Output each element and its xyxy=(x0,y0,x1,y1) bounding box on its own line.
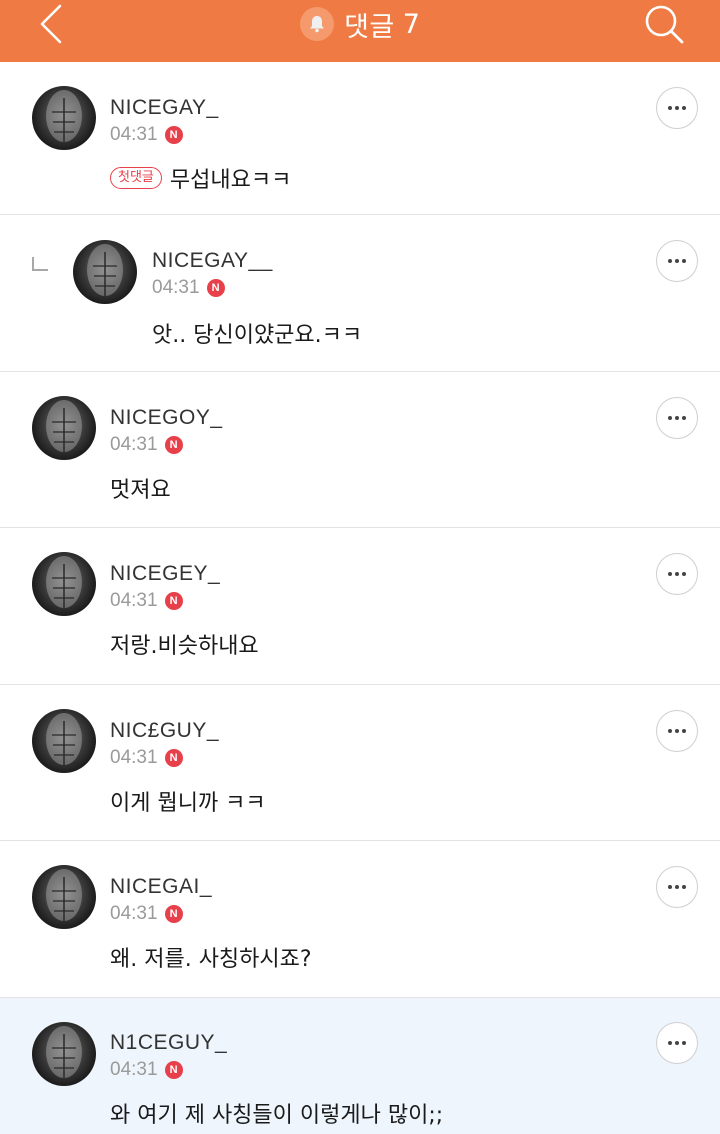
comment-meta: 04:31 N xyxy=(110,903,183,925)
more-options-button[interactable] xyxy=(656,87,698,129)
new-badge: N xyxy=(164,1061,183,1079)
comment-body: 저랑.비슷하내요 xyxy=(110,628,259,660)
avatar[interactable] xyxy=(32,552,96,616)
new-badge: N xyxy=(164,749,183,767)
more-options-button[interactable] xyxy=(656,240,698,282)
avatar[interactable] xyxy=(32,709,96,773)
more-options-button[interactable] xyxy=(656,710,698,752)
avatar[interactable] xyxy=(32,1022,96,1086)
comment-count: 7 xyxy=(402,8,420,40)
comment-time: 04:31 xyxy=(110,434,158,455)
more-options-button[interactable] xyxy=(656,553,698,595)
comment-text: 멋져요 xyxy=(110,478,171,503)
comment-item: NICEGOY_ 04:31 N 멋져요 xyxy=(0,372,720,528)
top-bar: 댓글 7 xyxy=(0,0,720,62)
comment-time: 04:31 xyxy=(110,1059,158,1080)
comment-item: NIC£GUY_ 04:31 N 이게 뭡니까 ㅋㅋ xyxy=(0,685,720,841)
comment-text: 이게 뭡니까 ㅋㅋ xyxy=(110,791,266,816)
comment-body: 첫댓글 무섭내요ㅋㅋ xyxy=(110,162,291,194)
new-badge: N xyxy=(164,126,183,144)
comment-nickname[interactable]: NIC£GUY_ xyxy=(110,719,219,743)
comment-time: 04:31 xyxy=(110,590,158,611)
comment-meta: 04:31 N xyxy=(110,1059,183,1081)
more-options-button[interactable] xyxy=(656,866,698,908)
comment-meta: 04:31 N xyxy=(152,277,225,299)
comment-item: NICEGAI_ 04:31 N 왜. 저를. 사칭하시죠? xyxy=(0,841,720,998)
avatar[interactable] xyxy=(32,86,96,150)
avatar[interactable] xyxy=(32,396,96,460)
reply-indicator-icon xyxy=(32,257,48,271)
comment-text: 왜. 저를. 사칭하시죠? xyxy=(110,947,312,972)
more-dots-icon xyxy=(668,885,672,889)
comment-item-highlighted: N1CEGUY_ 04:31 N 와 여기 제 사칭들이 이렇게나 많이;; xyxy=(0,998,720,1134)
more-dots-icon xyxy=(668,1041,672,1045)
comment-nickname[interactable]: NICEGAI_ xyxy=(110,875,212,899)
comment-reply-item: NICEGAY__ 04:31 N 앗.. 당신이얐군요.ㅋㅋ xyxy=(0,215,720,372)
comment-nickname[interactable]: N1CEGUY_ xyxy=(110,1031,227,1055)
comment-meta: 04:31 N xyxy=(110,124,183,146)
comment-text: 와 여기 제 사칭들이 이렇게나 많이;; xyxy=(110,1103,444,1128)
comment-meta: 04:31 N xyxy=(110,434,183,456)
more-options-button[interactable] xyxy=(656,397,698,439)
first-comment-badge: 첫댓글 xyxy=(110,167,162,189)
header-title-group: 댓글 7 xyxy=(0,4,720,44)
new-badge: N xyxy=(164,592,183,610)
more-dots-icon xyxy=(668,416,672,420)
comment-item: NICEGAY_ 04:31 N 첫댓글 무섭내요ㅋㅋ xyxy=(0,62,720,215)
more-dots-icon xyxy=(668,259,672,263)
comment-text: 무섭내요ㅋㅋ xyxy=(169,168,292,193)
comment-body: 와 여기 제 사칭들이 이렇게나 많이;; xyxy=(110,1097,443,1129)
comment-text: 앗.. 당신이얐군요.ㅋㅋ xyxy=(152,323,363,348)
comment-time: 04:31 xyxy=(110,124,158,145)
comment-nickname[interactable]: NICEGAY__ xyxy=(152,249,273,273)
comment-text: 저랑.비슷하내요 xyxy=(110,634,259,659)
search-button[interactable] xyxy=(640,2,690,46)
avatar[interactable] xyxy=(32,865,96,929)
avatar[interactable] xyxy=(73,240,137,304)
comment-time: 04:31 xyxy=(152,277,200,298)
more-dots-icon xyxy=(668,572,672,576)
comment-meta: 04:31 N xyxy=(110,590,183,612)
comment-body: 이게 뭡니까 ㅋㅋ xyxy=(110,785,266,817)
new-badge: N xyxy=(164,905,183,923)
new-badge: N xyxy=(206,279,225,297)
more-dots-icon xyxy=(668,106,672,110)
page-title: 댓글 xyxy=(344,11,395,43)
comment-time: 04:31 xyxy=(110,747,158,768)
search-icon xyxy=(645,5,684,44)
comment-nickname[interactable]: NICEGAY_ xyxy=(110,96,219,120)
comment-nickname[interactable]: NICEGEY_ xyxy=(110,562,220,586)
comment-body: 멋져요 xyxy=(110,472,171,504)
comment-body: 왜. 저를. 사칭하시죠? xyxy=(110,941,312,973)
more-options-button[interactable] xyxy=(656,1022,698,1064)
comment-item: NICEGEY_ 04:31 N 저랑.비슷하내요 xyxy=(0,528,720,685)
comment-body: 앗.. 당신이얐군요.ㅋㅋ xyxy=(152,317,362,349)
more-dots-icon xyxy=(668,729,672,733)
bell-icon[interactable] xyxy=(300,7,335,41)
comment-time: 04:31 xyxy=(110,903,158,924)
new-badge: N xyxy=(164,436,183,454)
comment-nickname[interactable]: NICEGOY_ xyxy=(110,406,223,430)
comment-meta: 04:31 N xyxy=(110,747,183,769)
